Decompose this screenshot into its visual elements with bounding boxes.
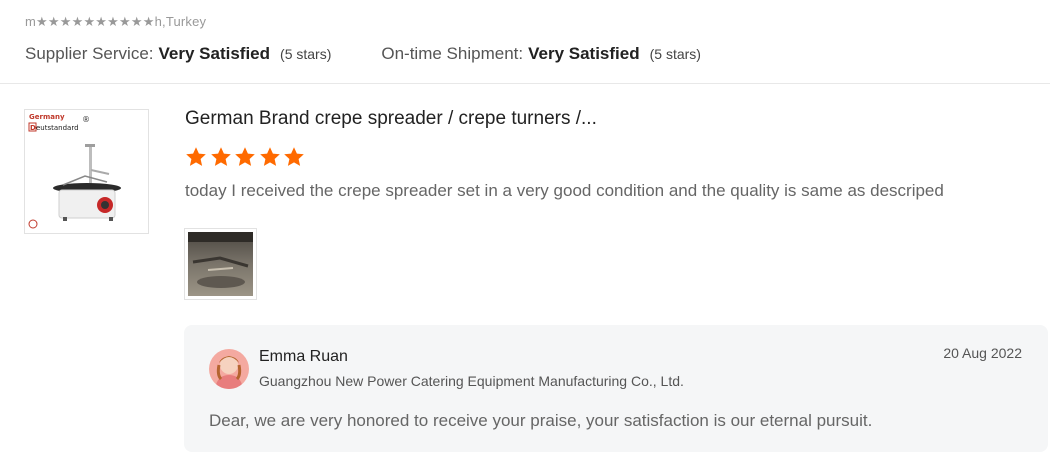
avatar-image [209, 349, 249, 389]
reply-date: 20 Aug 2022 [943, 345, 1022, 361]
rating-value: Very Satisfied [528, 44, 640, 63]
crepe-machine-image: Germany D eutstandard ® [28, 113, 121, 229]
product-thumbnail[interactable]: Germany D eutstandard ® [24, 109, 149, 234]
reviewer-name-location: m★★★★★★★★★★h,Turkey [25, 14, 207, 29]
rating-label: Supplier Service: [25, 44, 154, 63]
review-text: today I received the crepe spreader set … [185, 181, 944, 200]
supplier-reply: Emma Ruan Guangzhou New Power Catering E… [184, 325, 1048, 452]
rating-value: Very Satisfied [158, 44, 271, 63]
rating-stars-text: (5 stars) [649, 46, 701, 62]
review-photo[interactable] [184, 228, 257, 300]
star-icon [210, 147, 231, 166]
star-icon [186, 147, 206, 166]
registered-mark: ® [82, 115, 90, 124]
star-icon [284, 147, 304, 166]
product-title-link[interactable]: German Brand crepe spreader / crepe turn… [185, 108, 597, 130]
star-icon [235, 147, 255, 166]
reply-text: Dear, we are very honored to receive you… [209, 411, 873, 430]
replier-name: Emma Ruan [259, 348, 348, 365]
avatar [209, 349, 249, 389]
rating-on-time-shipment: On-time Shipment: Very Satisfied (5 star… [381, 44, 701, 64]
section-divider [0, 83, 1050, 84]
brand-name-text: eutstandard [36, 124, 79, 132]
brand-germany-text: Germany [29, 113, 65, 121]
review-photo-image [188, 232, 253, 296]
star-icon [259, 147, 280, 166]
rating-label: On-time Shipment: [381, 44, 524, 63]
rating-supplier-service: Supplier Service: Very Satisfied (5 star… [25, 44, 331, 64]
rating-stars-text: (5 stars) [280, 46, 332, 62]
ratings-summary: Supplier Service: Very Satisfied (5 star… [25, 44, 751, 64]
replier-company: Guangzhou New Power Catering Equipment M… [259, 373, 684, 389]
review-star-rating [184, 145, 307, 169]
